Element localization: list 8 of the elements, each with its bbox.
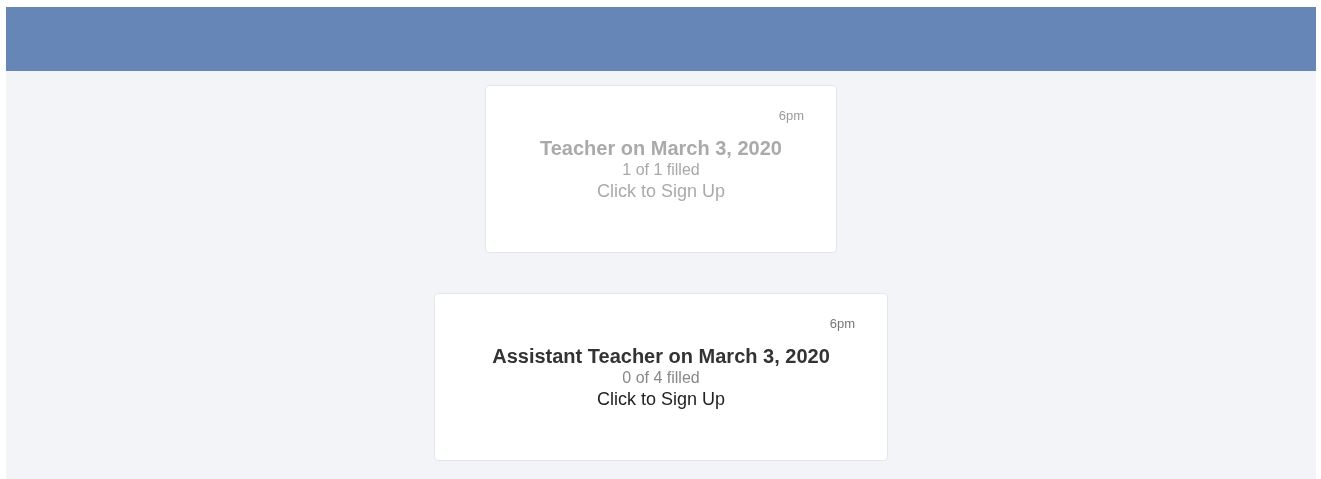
- slot-title: Teacher on March 3, 2020: [540, 135, 782, 160]
- filled-count: 1 of 1 filled: [622, 159, 700, 180]
- time-label: 6pm: [829, 315, 855, 333]
- filled-count: 0 of 4 filled: [622, 367, 700, 388]
- time-label: 6pm: [778, 107, 804, 125]
- sign-up-link[interactable]: Click to Sign Up: [596, 387, 726, 410]
- signup-card[interactable]: 6pm Assistant Teacher on March 3, 2020 0 of 4 filled Click to Sign Up: [434, 293, 888, 461]
- slot-title: Assistant Teacher on March 3, 2020: [492, 343, 830, 368]
